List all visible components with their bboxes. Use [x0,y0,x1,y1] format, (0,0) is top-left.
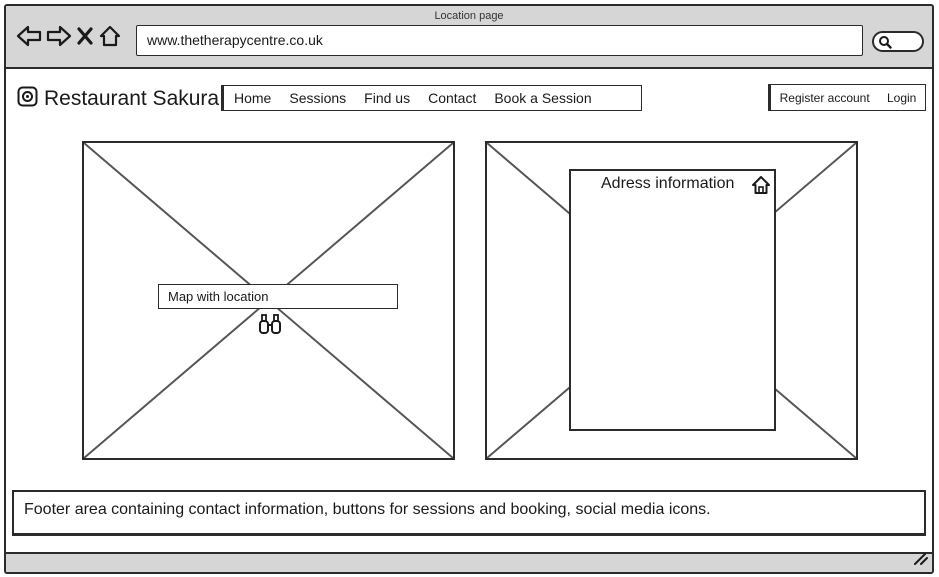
browser-toolbar: Location page www.thetherapycentre.co.uk [6,6,932,69]
address-card: Adress information [569,169,776,431]
map-placeholder[interactable]: Map with location [82,141,455,460]
search-icon [879,36,892,49]
login-link[interactable]: Login [887,91,916,105]
footer: Footer area containing contact informati… [12,490,926,536]
forward-arrow-icon[interactable] [46,24,72,48]
logo-icon [17,86,38,112]
account-links: Register account Login [768,84,926,111]
close-icon[interactable] [76,24,94,48]
register-account-link[interactable]: Register account [780,91,870,105]
resize-grip-icon[interactable] [912,551,928,570]
home-icon[interactable] [98,24,122,48]
nav-item-book-session[interactable]: Book a Session [494,90,591,106]
nav-item-home[interactable]: Home [234,90,271,106]
brand[interactable]: Restaurant Sakura [17,86,219,112]
address-title: Adress information [601,175,735,192]
window-title: Location page [434,10,504,22]
map-label: Map with location [158,284,398,309]
binoculars-icon [258,313,282,340]
address-placeholder: Adress information [485,141,858,460]
brand-name: Restaurant Sakura [44,87,220,110]
nav-item-find-us[interactable]: Find us [364,90,410,106]
nav-item-sessions[interactable]: Sessions [289,90,346,106]
url-bar[interactable]: www.thetherapycentre.co.uk [136,25,863,56]
home-icon [751,175,771,200]
browser-nav-buttons [16,24,122,48]
nav-item-contact[interactable]: Contact [428,90,476,106]
back-arrow-icon[interactable] [16,24,42,48]
status-bar [6,552,932,572]
search-button[interactable] [872,31,924,52]
browser-window: Location page www.thetherapycentre.co.uk… [4,4,934,574]
main-nav: Home Sessions Find us Contact Book a Ses… [221,85,642,111]
